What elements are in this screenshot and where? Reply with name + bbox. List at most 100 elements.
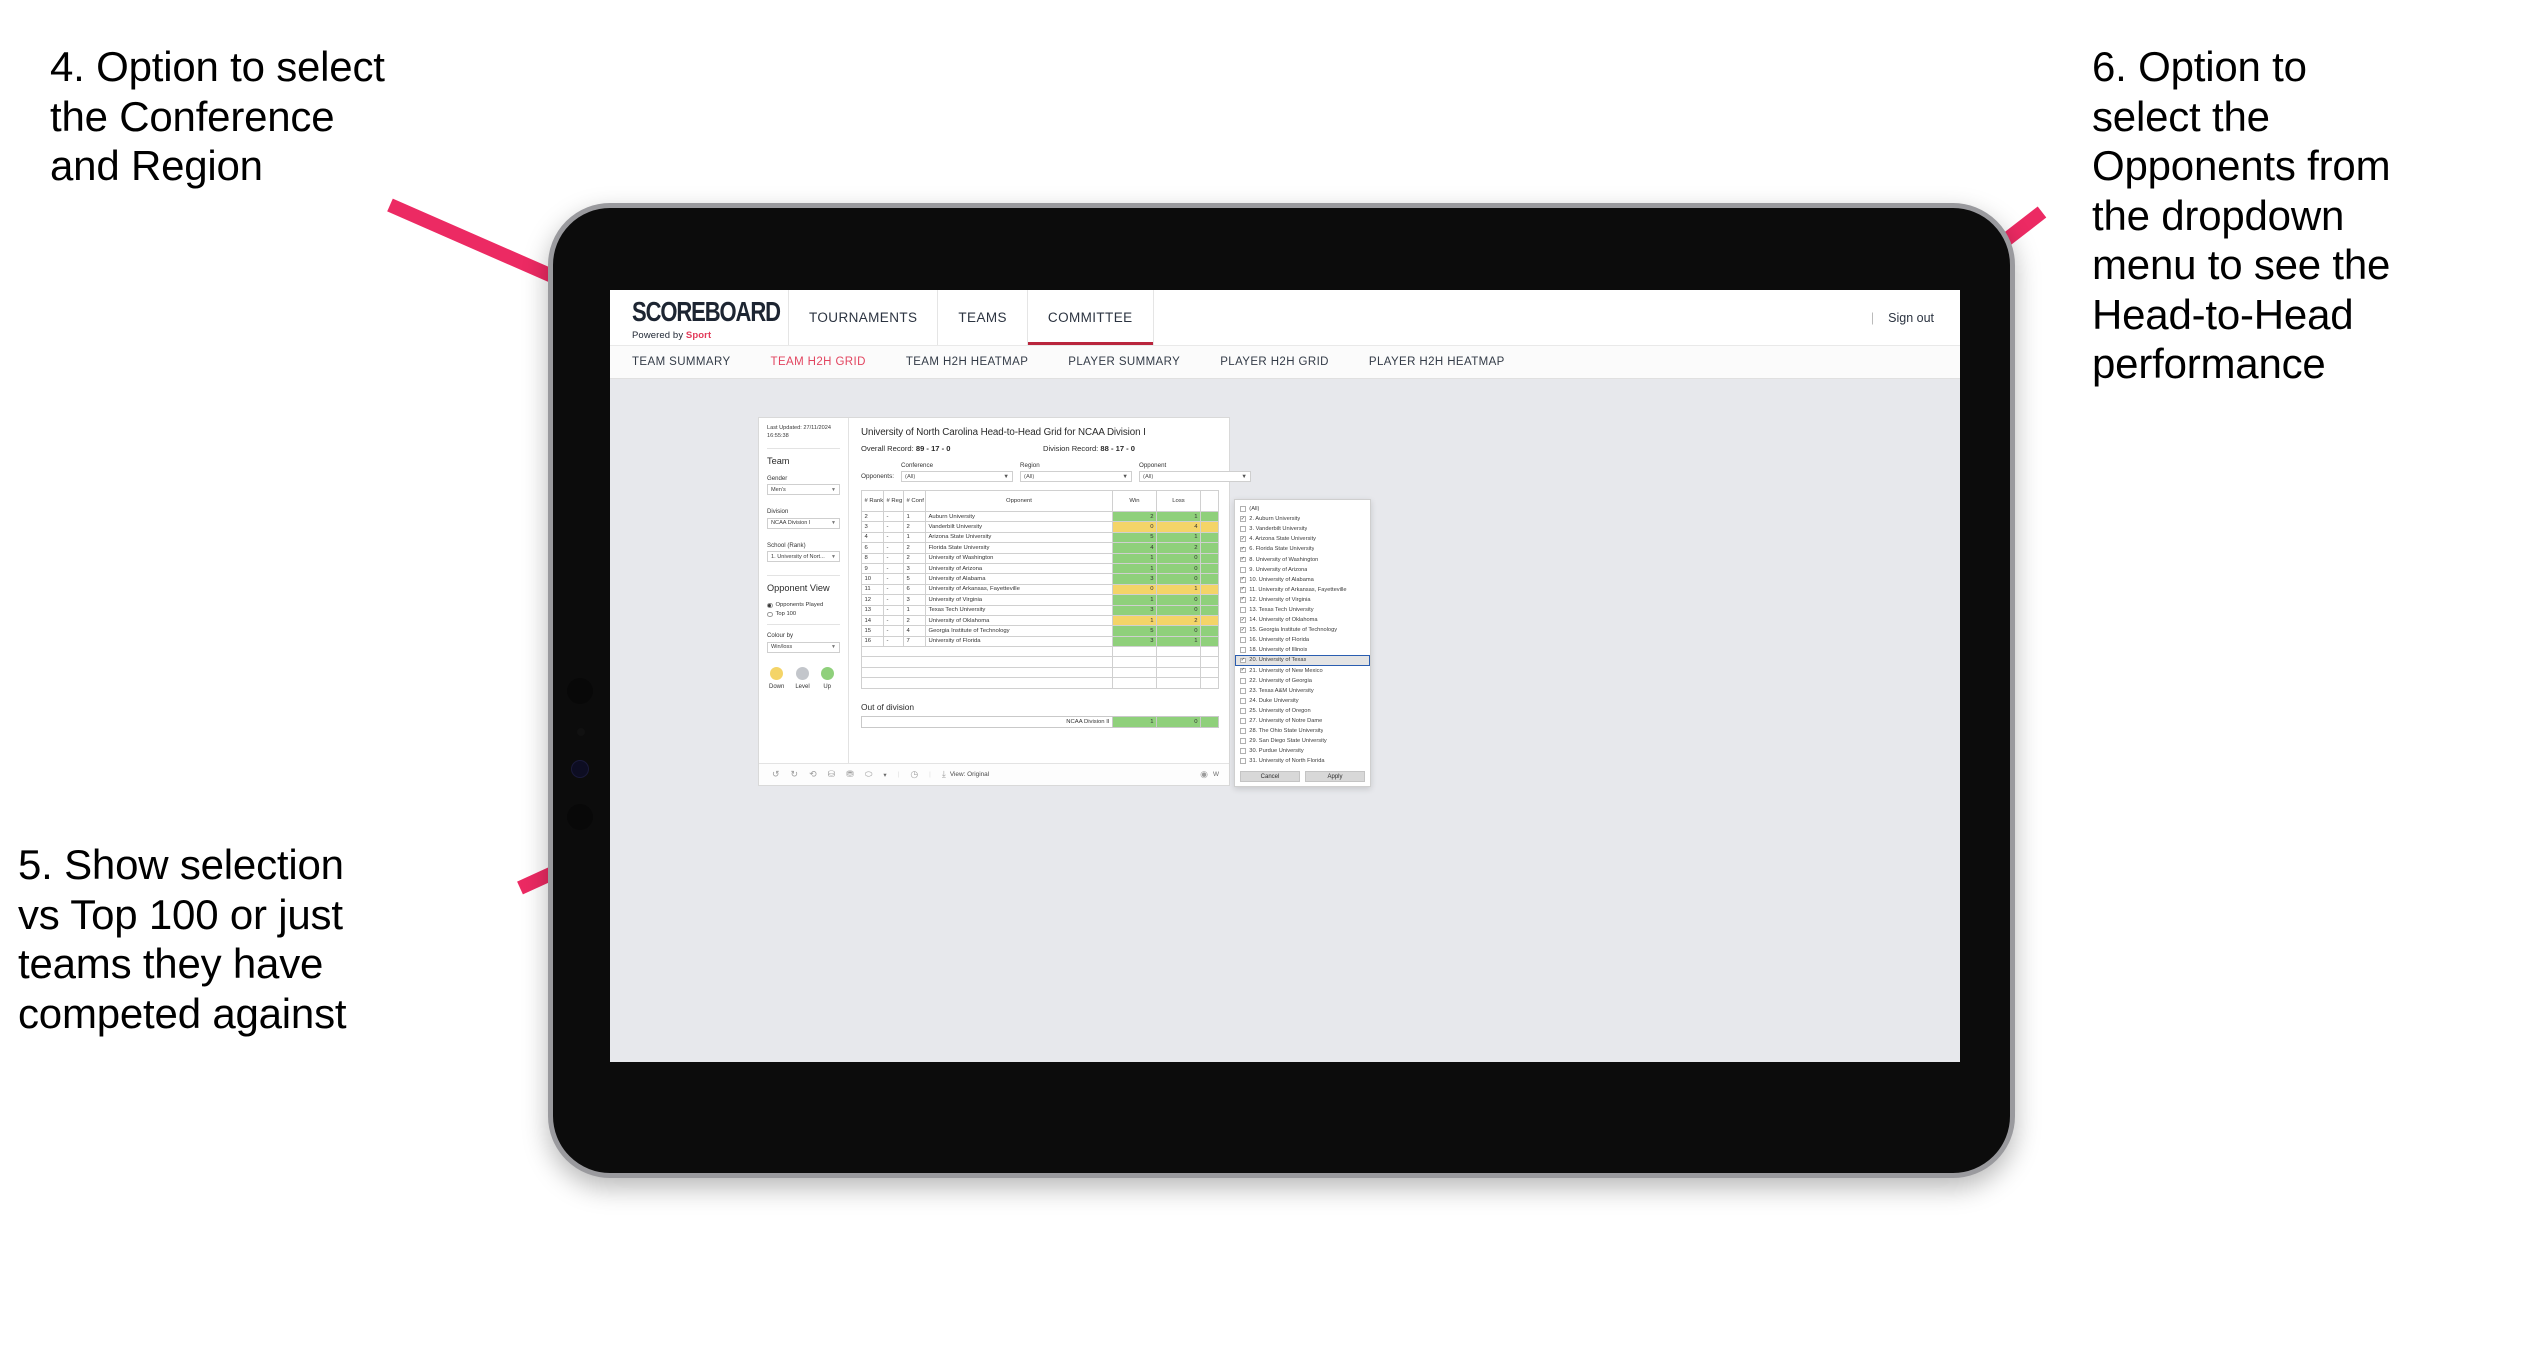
checkbox-icon[interactable] [1240, 607, 1246, 613]
table-row[interactable]: 8-2 University of Washington 1 0 [861, 552, 1219, 564]
subnav-team-summary[interactable]: TEAM SUMMARY [632, 356, 731, 368]
dropdown-item[interactable]: ✓ 10. University of Alabama [1235, 575, 1370, 585]
dropdown-item[interactable]: 23. Texas A&M University [1235, 686, 1370, 696]
opponent-dropdown-menu[interactable]: (All) ✓ 2. Auburn University 3. Vanderbilt … [1234, 499, 1371, 787]
dropdown-item[interactable]: ✓ 4. Arizona State University [1235, 534, 1370, 544]
dropdown-item[interactable]: 25. University of Oregon [1235, 706, 1370, 716]
dropdown-item[interactable]: ✓ 12. University of Virginia [1235, 595, 1370, 605]
dropdown-item[interactable]: 28. The Ohio State University [1235, 726, 1370, 736]
radio-top-100[interactable]: Top 100 [767, 611, 840, 617]
dropdown-item[interactable]: 24. Duke University [1235, 696, 1370, 706]
checkbox-icon[interactable] [1240, 758, 1246, 765]
table-row[interactable]: 14-2 University of Oklahoma 1 2 [861, 614, 1219, 627]
pause-updates-icon[interactable]: ⛃ [846, 770, 854, 779]
checkbox-icon[interactable] [1240, 687, 1246, 694]
table-row[interactable]: 6-2 Florida State University 4 2 [861, 542, 1219, 554]
dropdown-item[interactable]: ✓ 8. University of Washington [1235, 554, 1370, 564]
checkbox-icon[interactable]: ✓ [1240, 577, 1246, 583]
dropdown-item[interactable]: 30. Purdue University [1235, 746, 1370, 756]
undo-icon[interactable]: ↺ [772, 770, 780, 779]
checkbox-icon[interactable] [1240, 748, 1246, 755]
dropdown-item[interactable]: 18. University of Illinois [1235, 645, 1370, 655]
region-select[interactable]: (All) ▼ [1020, 471, 1133, 482]
conference-select[interactable]: (All) ▼ [901, 471, 1014, 482]
dropdown-item[interactable]: ✓ 6. Florida State University [1235, 544, 1370, 554]
dropdown-item[interactable]: 27. University of Notre Dame [1235, 716, 1370, 726]
nav-tournaments[interactable]: TOURNAMENTS [788, 290, 937, 345]
subnav-player-summary[interactable]: PLAYER SUMMARY [1068, 356, 1180, 368]
dropdown-item[interactable]: (All) [1235, 504, 1370, 514]
checkbox-icon[interactable]: ✓ [1240, 547, 1246, 553]
share-icon[interactable]: ⬭ [865, 770, 873, 779]
checkbox-icon[interactable]: ✓ [1240, 597, 1246, 603]
checkbox-icon[interactable]: ✓ [1240, 668, 1246, 674]
redo-icon[interactable]: ↻ [791, 770, 799, 779]
checkbox-icon[interactable] [1240, 718, 1246, 724]
subnav-player-h2h-heatmap[interactable]: PLAYER H2H HEATMAP [1369, 356, 1505, 368]
cell-conf: 5 [903, 573, 926, 585]
checkbox-icon[interactable] [1240, 637, 1246, 644]
dropdown-item[interactable]: ✓ 21. University of New Mexico [1235, 666, 1370, 676]
table-row[interactable]: 4-1 Arizona State University 5 1 [861, 531, 1219, 544]
dropdown-item[interactable]: 31. University of North Florida [1235, 756, 1370, 766]
subnav-player-h2h-grid[interactable]: PLAYER H2H GRID [1220, 356, 1329, 368]
table-row[interactable]: 3-2 Vanderbilt University 0 4 [861, 521, 1219, 533]
gender-select[interactable]: Men's ▼ [767, 484, 840, 496]
checkbox-icon[interactable] [1240, 738, 1246, 745]
chevron-down-icon[interactable]: ▾ [883, 771, 886, 779]
table-row[interactable]: 16-7 University of Florida 3 1 [861, 635, 1219, 648]
checkbox-icon[interactable] [1240, 506, 1246, 512]
dropdown-item[interactable]: ✓ 11. University of Arkansas, Fayettevill… [1235, 585, 1370, 595]
dropdown-item[interactable]: 29. San Diego State University [1235, 736, 1370, 746]
dropdown-item[interactable]: 13. Texas Tech University [1235, 605, 1370, 615]
dropdown-item[interactable]: ✓ 20. University of Texas [1235, 655, 1370, 666]
nav-committee[interactable]: COMMITTEE [1026, 290, 1154, 345]
checkbox-icon[interactable]: ✓ [1240, 516, 1246, 523]
highlight-icon[interactable]: ◷ [910, 770, 918, 779]
school-rank-select[interactable]: 1. University of Nort... ▼ [767, 551, 840, 563]
refresh-data-icon[interactable]: ⛁ [828, 770, 836, 779]
apply-button[interactable]: Apply [1305, 771, 1365, 782]
col-rank: # Rank [861, 490, 884, 512]
radio-opponents-played[interactable]: Opponents Played [767, 602, 840, 608]
dropdown-item[interactable]: ✓ 15. Georgia Institute of Technology [1235, 625, 1370, 635]
dropdown-item[interactable]: ✓ 2. Auburn University [1235, 514, 1370, 524]
watch-area[interactable]: ◉ W [1200, 770, 1229, 779]
checkbox-icon[interactable] [1240, 677, 1246, 684]
table-row[interactable]: 11-6 University of Arkansas, Fayetteville… [861, 583, 1219, 596]
sign-out-link[interactable]: Sign out [1888, 311, 1934, 325]
cancel-button[interactable]: Cancel [1240, 771, 1300, 782]
checkbox-icon[interactable] [1240, 647, 1246, 654]
checkbox-icon[interactable] [1240, 697, 1246, 704]
checkbox-icon[interactable]: ✓ [1240, 587, 1246, 593]
nav-teams[interactable]: TEAMS [937, 290, 1027, 345]
table-row[interactable]: 9-3 University of Arizona 1 0 [861, 562, 1219, 575]
colour-by-select[interactable]: Win/loss ▼ [767, 641, 840, 653]
subnav-team-h2h-heatmap[interactable]: TEAM H2H HEATMAP [906, 356, 1028, 368]
checkbox-icon[interactable]: ✓ [1240, 536, 1246, 543]
checkbox-icon[interactable] [1240, 526, 1246, 533]
checkbox-icon[interactable]: ✓ [1240, 557, 1246, 563]
dropdown-item[interactable]: 22. University of Georgia [1235, 676, 1370, 686]
opponent-select[interactable]: (All) ▼ [1139, 471, 1252, 482]
table-row[interactable]: 10-5 University of Alabama 3 0 [861, 573, 1219, 585]
checkbox-icon[interactable] [1240, 708, 1246, 714]
checkbox-icon[interactable]: ✓ [1240, 617, 1246, 623]
dropdown-item[interactable]: ✓ 14. University of Oklahoma [1235, 615, 1370, 625]
revert-icon[interactable]: ⟲ [809, 770, 817, 779]
table-row[interactable]: 15-4 Georgia Institute of Technology 5 0 [861, 625, 1219, 637]
checkbox-icon[interactable] [1240, 728, 1246, 734]
dropdown-item[interactable]: 3. Vanderbilt University [1235, 524, 1370, 534]
table-row[interactable]: 2-1 Auburn University 2 1 [861, 510, 1219, 523]
checkbox-icon[interactable]: ✓ [1240, 658, 1246, 664]
dropdown-item[interactable]: 16. University of Florida [1235, 635, 1370, 645]
checkbox-icon[interactable]: ✓ [1240, 627, 1246, 634]
subnav-team-h2h-grid[interactable]: TEAM H2H GRID [771, 356, 866, 368]
brand-logo[interactable]: SCOREBOARD Powered by Sport [610, 290, 788, 345]
checkbox-icon[interactable] [1240, 566, 1246, 573]
view-original-button[interactable]: ⤓ View: Original [942, 770, 989, 779]
table-row[interactable]: 13-1 Texas Tech University 3 0 [861, 604, 1219, 616]
table-row[interactable]: 12-3 University of Virginia 1 0 [861, 594, 1219, 606]
division-select[interactable]: NCAA Division I ▼ [767, 517, 840, 529]
dropdown-item[interactable]: 9. University of Arizona [1235, 565, 1370, 575]
